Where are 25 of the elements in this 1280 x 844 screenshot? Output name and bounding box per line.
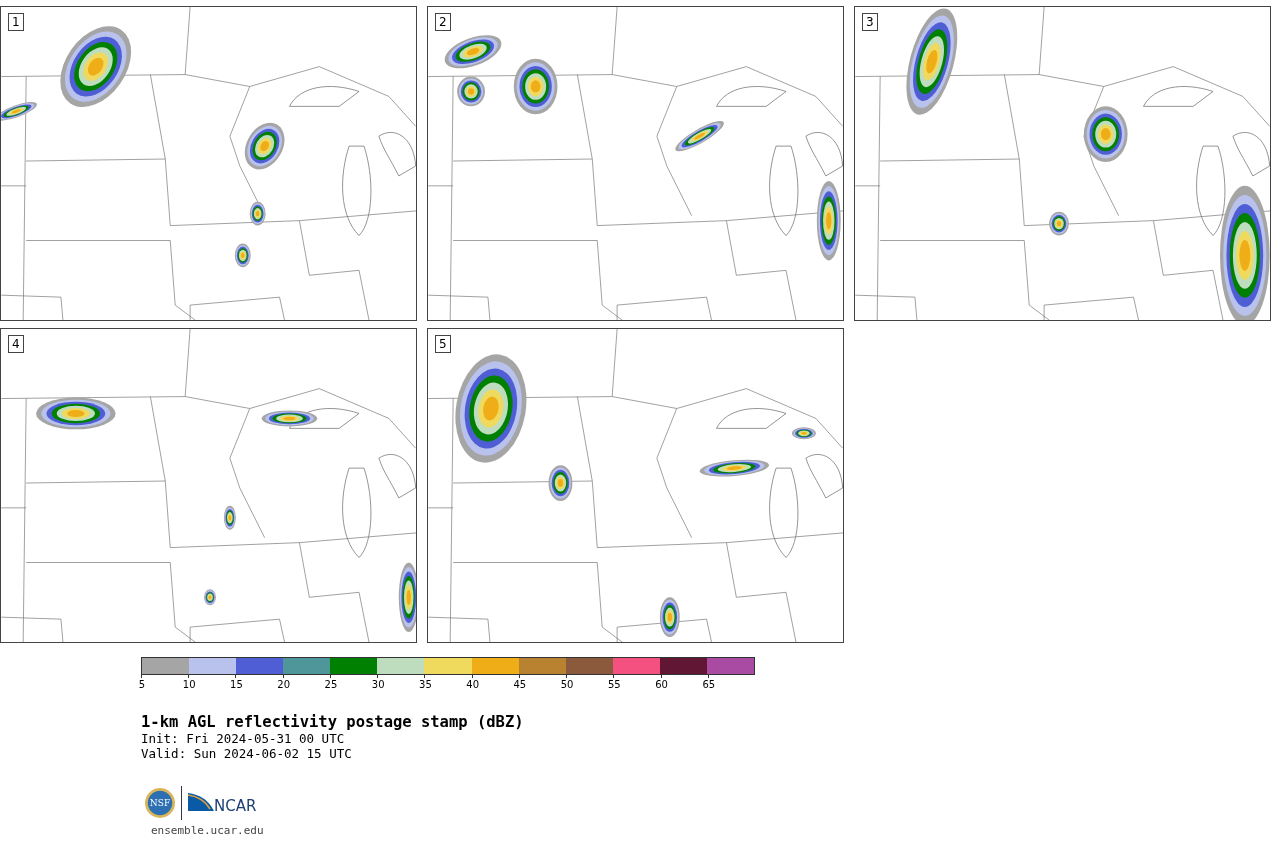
tick-label: 5 bbox=[138, 679, 146, 690]
valid-time: Valid: Sun 2024-06-02 15 UTC bbox=[141, 746, 353, 761]
tick-label: 20 bbox=[277, 679, 291, 690]
panel-number: 5 bbox=[435, 335, 451, 353]
chart-title: 1-km AGL reflectivity postage stamp (dBZ) bbox=[141, 713, 525, 731]
tick-label: 65 bbox=[702, 679, 716, 690]
tick-label: 15 bbox=[230, 679, 243, 690]
panel-number: 2 bbox=[435, 13, 451, 31]
tick-label: 55 bbox=[608, 679, 621, 690]
panel-number: 4 bbox=[8, 335, 24, 353]
seal-logo: NSF bbox=[145, 788, 175, 818]
tick-label: 45 bbox=[513, 679, 527, 690]
logo-text: NCAR bbox=[214, 797, 257, 815]
init-time: Init: Fri 2024-05-31 00 UTC bbox=[141, 731, 346, 746]
tick-label: 30 bbox=[371, 679, 385, 690]
tick-label: 40 bbox=[466, 679, 479, 690]
tick-label: 50 bbox=[560, 679, 574, 690]
tick-label: 10 bbox=[182, 679, 196, 690]
swoosh-logo-icon bbox=[188, 793, 214, 813]
panel-number: 3 bbox=[862, 13, 878, 31]
tick-label: 35 bbox=[419, 679, 432, 690]
tick-label: 25 bbox=[324, 679, 338, 690]
panel-number: 1 bbox=[8, 13, 24, 31]
tick-label: 60 bbox=[655, 679, 668, 690]
website-url: ensemble.ucar.edu bbox=[151, 824, 265, 837]
